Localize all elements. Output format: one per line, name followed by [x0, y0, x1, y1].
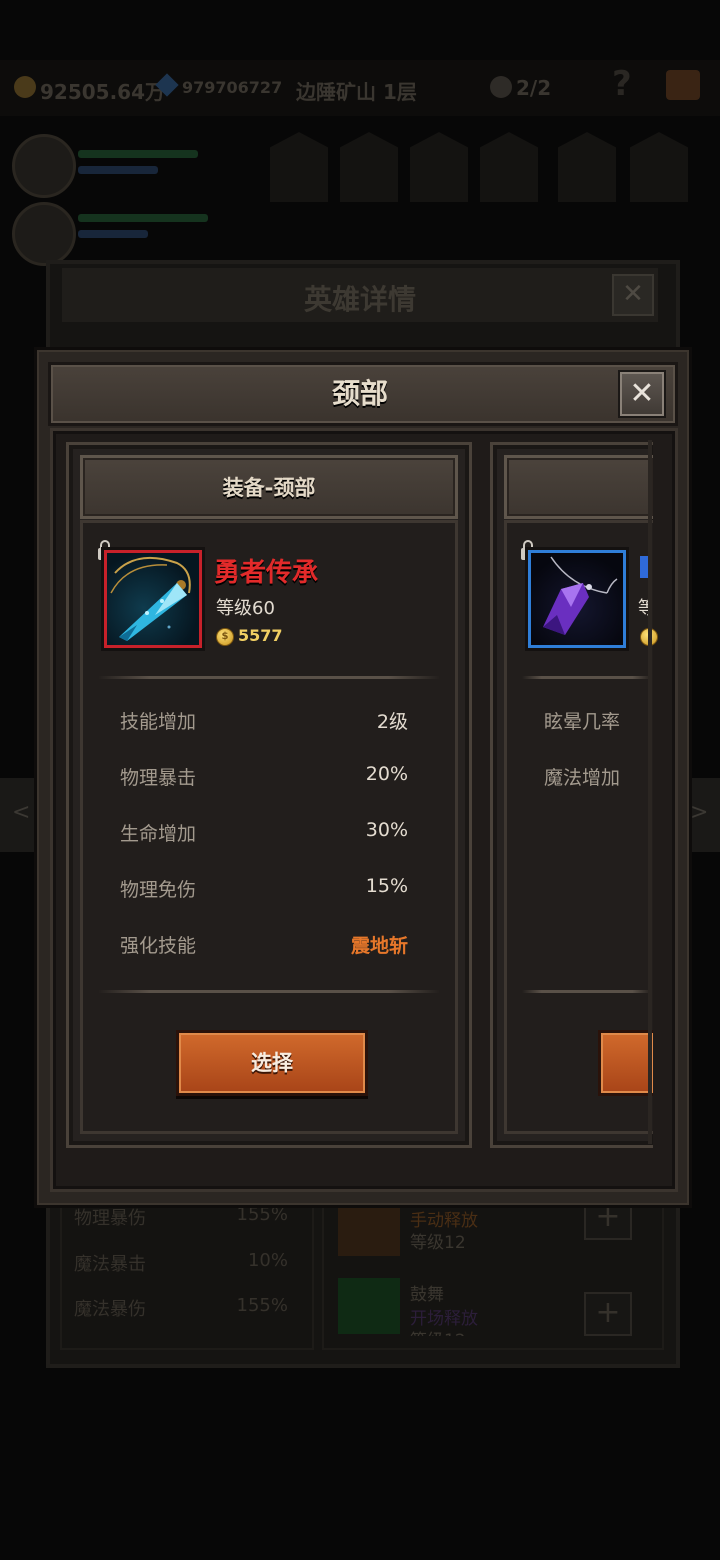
dungeon-counter: 2/2	[516, 76, 552, 100]
card-header	[504, 455, 653, 519]
gold-coin-icon: $	[216, 628, 234, 646]
card-header-title: 装备-颈部	[222, 476, 316, 500]
divider	[98, 990, 440, 993]
stat-label: 魔法暴伤	[74, 1299, 146, 1320]
item-icon-frame[interactable]	[104, 550, 202, 648]
skill-icon	[338, 1278, 400, 1334]
dialog-title: 颈部	[331, 377, 388, 410]
gift-icon[interactable]	[666, 70, 700, 100]
equip-slot[interactable]	[630, 132, 688, 202]
skill-level: 等级12	[410, 1233, 466, 1253]
stat-label-enhanced-skill: 强化技能	[120, 935, 197, 957]
hero-mp-bar	[78, 166, 158, 174]
stat-value-physical-crit: 20%	[365, 763, 408, 785]
gold-amount: 92505.64万	[40, 80, 166, 104]
dialog-close-button[interactable]: ✕	[620, 372, 664, 416]
divider	[98, 676, 440, 679]
stat-value-physical-resist: 15%	[365, 875, 408, 897]
location-name: 边陲矿山 1层	[296, 80, 417, 104]
skull-icon	[490, 76, 512, 98]
purple-crystal-pendant-icon	[543, 556, 618, 635]
stat-value-enhanced-skill: 震地斩	[350, 935, 408, 957]
item-level: 等级60	[216, 598, 275, 619]
chevron-left-icon: <	[12, 800, 31, 825]
stat-value-skill-increase: 2级	[376, 711, 408, 733]
hero-portrait-1[interactable]	[12, 134, 76, 198]
hero-mp-bar	[78, 230, 148, 238]
select-button[interactable]: 选择	[176, 1030, 368, 1096]
add-skill-button[interactable]: +	[584, 1292, 632, 1336]
gold-coin-icon	[14, 76, 36, 98]
chevron-right-icon: >	[690, 800, 709, 825]
stat-label-stun-chance: 眩晕几率	[544, 711, 621, 733]
equip-slot[interactable]	[558, 132, 616, 202]
close-icon: ✕	[629, 376, 655, 411]
carousel-edge	[648, 440, 652, 1144]
stat-label-skill-increase: 技能增加	[120, 711, 197, 733]
equip-slot[interactable]	[410, 132, 468, 202]
hero-portrait-2[interactable]	[12, 202, 76, 266]
item-price: 5577	[238, 626, 283, 645]
hero-detail-close-button[interactable]: ✕	[612, 274, 654, 316]
stat-label-physical-resist: 物理免伤	[120, 879, 197, 901]
stat-value: 10%	[247, 1250, 288, 1271]
divider	[522, 990, 652, 993]
stat-label-magic-increase: 魔法增加	[544, 767, 621, 789]
divider	[522, 676, 652, 679]
skill-icon	[338, 1200, 400, 1256]
gem-amount: 979706727	[182, 78, 283, 97]
equip-slot[interactable]	[480, 132, 538, 202]
stat-label-hp-increase: 生命增加	[120, 823, 197, 845]
skill-name: 鼓舞	[410, 1285, 444, 1305]
help-icon[interactable]: ?	[612, 64, 632, 104]
stat-value: 155%	[236, 1295, 288, 1316]
equip-slot[interactable]	[340, 132, 398, 202]
stat-label-physical-crit: 物理暴击	[120, 767, 197, 789]
item-name: 勇者传承	[214, 558, 319, 588]
select-button[interactable]	[598, 1030, 653, 1096]
item-icon-frame[interactable]	[528, 550, 626, 648]
stat-value-hp-increase: 30%	[365, 819, 408, 841]
equip-slot[interactable]	[270, 132, 328, 202]
stat-label: 魔法暴击	[74, 1254, 146, 1275]
hero-hp-bar	[78, 214, 208, 222]
select-button-label: 选择	[251, 1051, 293, 1075]
skill-level: 等级12	[410, 1326, 466, 1336]
prev-arrow[interactable]: <	[0, 778, 36, 852]
hero-hp-bar	[78, 150, 198, 158]
necklace-pendant-icon	[110, 556, 191, 641]
